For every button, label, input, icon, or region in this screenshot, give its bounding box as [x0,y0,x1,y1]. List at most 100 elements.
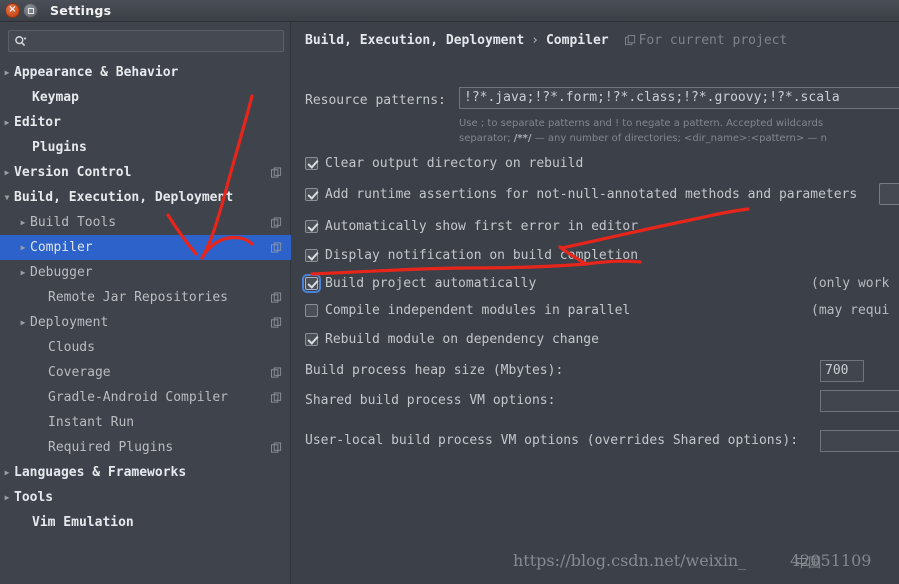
config-copy-icon[interactable] [271,367,282,378]
chevron-right-icon[interactable]: ▶ [16,268,30,277]
sidebar-item-debugger[interactable]: ▶ Debugger [0,260,291,285]
sidebar-item-label: Clouds [48,340,95,355]
config-copy-icon[interactable] [271,242,282,253]
project-scope: For current project [624,33,787,48]
config-copy-icon[interactable] [271,317,282,328]
checkbox-note: (only work [811,276,890,291]
breadcrumb-root[interactable]: Build, Execution, Deployment [305,33,524,48]
config-copy-icon[interactable] [271,167,282,178]
chevron-right-icon[interactable]: ▶ [16,243,30,252]
checkbox-indicator[interactable] [305,156,318,170]
breadcrumb-separator: › [531,33,539,48]
breadcrumb-leaf: Compiler [545,33,609,48]
sidebar-item-version-control[interactable]: ▶ Version Control [0,160,291,185]
checkbox-label: Rebuild module on dependency change [325,331,599,347]
checkbox-indicator[interactable] [305,248,318,262]
close-icon[interactable]: × [5,3,20,18]
title-bar: × Settings [0,0,899,22]
sidebar-item-label: Gradle-Android Compiler [48,390,229,405]
chevron-right-icon[interactable]: ▶ [0,168,14,177]
assertions-extra-field[interactable] [879,183,899,205]
watermark-overlay-b: 中国 [795,556,822,571]
sidebar-item-tools[interactable]: ▶ Tools [0,485,291,510]
sidebar-item-remote-jar-repositories[interactable]: Remote Jar Repositories [0,285,291,310]
sidebar-item-clouds[interactable]: Clouds [0,335,291,360]
resource-patterns-label: Resource patterns: [305,93,446,108]
chevron-down-icon[interactable]: ▼ [0,193,14,202]
checkbox-indicator[interactable] [305,187,318,201]
resource-patterns-hint-line2: separator; /**/ — any number of director… [459,132,827,145]
sidebar-item-label: Editor [14,115,61,130]
sidebar-item-label: Build Tools [30,215,117,230]
sidebar-item-label: Compiler [30,240,93,255]
watermark-url: https://blog.csdn.net/weixin_ [513,551,747,570]
sidebar-item-label: Languages & Frameworks [14,465,187,480]
sidebar-item-build-execution-deployment[interactable]: ▼ Build, Execution, Deployment [0,185,291,210]
chevron-right-icon[interactable]: ▶ [0,68,14,77]
sidebar-item-label: Instant Run [48,415,135,430]
sidebar-item-editor[interactable]: ▶ Editor [0,110,291,135]
checkbox-clear-output-directory[interactable]: Clear output directory on rebuild [305,154,583,172]
chevron-right-icon[interactable]: ▶ [16,218,30,227]
config-copy-icon[interactable] [271,292,282,303]
sidebar-item-label: Vim Emulation [32,515,134,530]
chevron-right-icon[interactable]: ▶ [16,318,30,327]
maximize-icon[interactable] [23,3,38,18]
sidebar-item-required-plugins[interactable]: Required Plugins [0,435,291,460]
chevron-right-icon[interactable]: ▶ [0,118,14,127]
search-icon [14,35,27,48]
sidebar-item-languages-frameworks[interactable]: ▶ Languages & Frameworks [0,460,291,485]
resource-patterns-input[interactable]: !?*.java;!?*.form;!?*.class;!?*.groovy;!… [459,87,899,109]
project-scope-icon [624,35,635,46]
sidebar-item-deployment[interactable]: ▶ Deployment [0,310,291,335]
checkbox-indicator[interactable] [305,219,318,233]
config-copy-icon[interactable] [271,392,282,403]
sidebar-item-build-tools[interactable]: ▶ Build Tools [0,210,291,235]
field-input-2[interactable] [820,430,899,452]
hint-line2-c: — any number of directories; <dir_name>:… [531,133,827,144]
hint-line2-b: /**/ [513,133,532,144]
sidebar-item-label: Tools [14,490,54,505]
window-title: Settings [50,3,112,18]
checkbox-indicator[interactable] [305,303,318,317]
sidebar-item-plugins[interactable]: Plugins [0,135,291,160]
settings-tree: ▶ Appearance & Behavior Keymap ▶ Editor Plugi… [0,60,291,535]
checkbox-automatically-show-first[interactable]: Automatically show first error in editor [305,217,638,235]
search-box[interactable] [8,30,284,52]
settings-window: × Settings ▶ Appearance & Behavior Keymap ▶… [0,0,899,584]
sidebar-item-label: Keymap [32,90,79,105]
checkbox-indicator[interactable] [305,332,318,346]
checkbox-rebuild-module-on[interactable]: Rebuild module on dependency change [305,330,599,348]
search-input[interactable] [27,32,283,50]
sidebar-item-label: Deployment [30,315,109,330]
sidebar-item-vim-emulation[interactable]: Vim Emulation [0,510,291,535]
sidebar-item-label: Required Plugins [48,440,174,455]
sidebar-item-label: Debugger [30,265,93,280]
sidebar-item-label: Remote Jar Repositories [48,290,229,305]
sidebar-item-keymap[interactable]: Keymap [0,85,291,110]
config-copy-icon[interactable] [271,442,282,453]
chevron-right-icon[interactable]: ▶ [0,468,14,477]
chevron-right-icon[interactable]: ▶ [0,493,14,502]
sidebar-item-label: Build, Execution, Deployment [14,190,234,205]
sidebar-item-instant-run[interactable]: Instant Run [0,410,291,435]
checkbox-compile-independent-modules[interactable]: Compile independent modules in parallel [305,301,630,319]
config-copy-icon[interactable] [271,217,282,228]
sidebar-item-label: Appearance & Behavior [14,65,179,80]
sidebar-item-compiler[interactable]: ▶ Compiler [0,235,291,260]
field-input-1[interactable] [820,390,899,412]
sidebar-item-label: Version Control [14,165,132,180]
checkbox-label: Add runtime assertions for not-null-anno… [325,186,858,202]
hint-line2-a: separator; [459,133,514,144]
checkbox-label: Clear output directory on rebuild [325,155,584,171]
checkbox-add-runtime-assertions[interactable]: Add runtime assertions for not-null-anno… [305,185,857,203]
sidebar-item-gradle-android-compiler[interactable]: Gradle-Android Compiler [0,385,291,410]
sidebar-item-appearance-behavior[interactable]: ▶ Appearance & Behavior [0,60,291,85]
checkbox-build-project-automatically[interactable]: Build project automatically [302,273,536,293]
checkbox-display-notification-on[interactable]: Display notification on build completion [305,246,638,264]
field-label-0: Build process heap size (Mbytes): [305,363,564,378]
sidebar-item-coverage[interactable]: Coverage [0,360,291,385]
sidebar-item-label: Coverage [48,365,111,380]
field-input-0[interactable]: 700 [820,360,864,382]
checkbox-indicator[interactable] [302,273,321,293]
